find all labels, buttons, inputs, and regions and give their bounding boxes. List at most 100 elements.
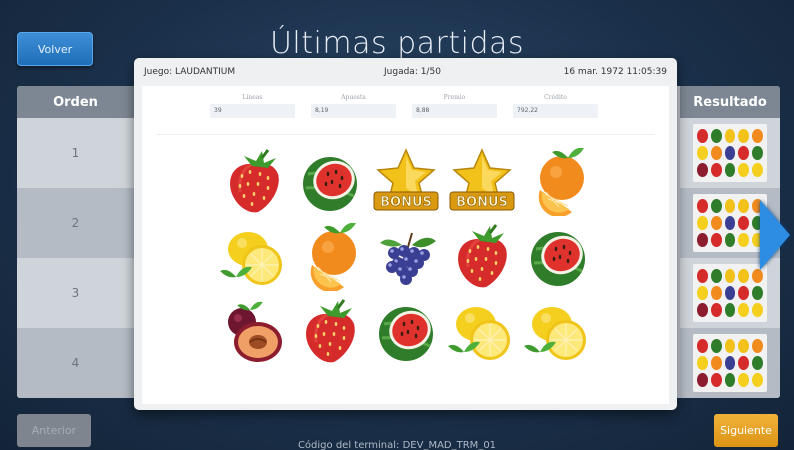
- next-arrow-icon[interactable]: [760, 200, 790, 270]
- table-row-order[interactable]: 4: [17, 328, 134, 398]
- lemon-icon: [697, 286, 708, 300]
- stat-label: Líneas: [242, 94, 263, 101]
- grapes-icon: [372, 223, 440, 291]
- watermelon-icon: [752, 286, 763, 300]
- play-date: 16 mar. 1972 11:05:39: [563, 67, 667, 77]
- strawberry-icon: [710, 163, 722, 177]
- lemon-icon: [738, 233, 750, 247]
- stat-label: Apuesta: [341, 94, 366, 101]
- strawberry-icon: [697, 339, 708, 353]
- bonus-star-icon: [738, 339, 750, 353]
- grapes-icon: [724, 356, 736, 370]
- column-header-order: Orden: [17, 86, 134, 118]
- play-counter: Jugada: 1/50: [384, 67, 441, 77]
- game-name: Juego: LAUDANTIUM: [144, 67, 236, 77]
- watermelon-icon: [710, 339, 722, 353]
- watermelon-icon: [724, 303, 736, 317]
- strawberry-icon: [296, 298, 364, 366]
- strawberry-icon: [738, 146, 750, 160]
- plum-icon: [220, 298, 288, 366]
- strawberry-icon: [738, 286, 750, 300]
- orange-icon: [710, 216, 722, 230]
- column-header-result: Resultado: [680, 86, 780, 118]
- strawberry-icon: [710, 303, 722, 317]
- table-row-order[interactable]: 1: [17, 118, 134, 188]
- watermelon-icon: [724, 373, 736, 387]
- bonus-star-icon: BONUS: [372, 148, 440, 216]
- play-detail-modal: Juego: LAUDANTIUM Jugada: 1/50 16 mar. 1…: [134, 58, 677, 410]
- lemon-icon: [752, 163, 763, 177]
- lemon-icon: [524, 298, 592, 366]
- stat-value: 8,88: [412, 104, 497, 118]
- strawberry-icon: [738, 216, 750, 230]
- stat-prize: Premio 8,88: [412, 94, 497, 118]
- modal-body: Líneas 39 Apuesta 8,19 Premio 8,88 Crédi…: [142, 86, 669, 404]
- bonus-star-icon: BONUS: [448, 148, 516, 216]
- stat-credit: Crédito 792,22: [513, 94, 598, 118]
- orange-icon: [524, 147, 592, 218]
- reel-grid: BONUS BONUS: [220, 147, 600, 373]
- strawberry-icon: [710, 373, 722, 387]
- strawberry-icon: [697, 269, 708, 283]
- watermelon-icon: [752, 146, 763, 160]
- bonus-label: BONUS: [456, 195, 508, 210]
- watermelon-icon: [372, 298, 440, 366]
- bonus-star-icon: [724, 129, 736, 143]
- strawberry-icon: [697, 129, 708, 143]
- orange-icon: [752, 269, 763, 283]
- stat-label: Crédito: [544, 94, 567, 101]
- strawberry-icon: [448, 223, 516, 291]
- bonus-label: BONUS: [380, 195, 432, 210]
- watermelon-icon: [296, 148, 364, 216]
- bonus-star-icon: [738, 269, 750, 283]
- orange-icon: [710, 286, 722, 300]
- watermelon-icon: [710, 269, 722, 283]
- orange-icon: [710, 146, 722, 160]
- orange-icon: [710, 356, 722, 370]
- stat-label: Premio: [443, 94, 466, 101]
- bonus-star-icon: [724, 339, 736, 353]
- lemon-icon: [752, 303, 763, 317]
- lemon-icon: [697, 216, 708, 230]
- bonus-star-icon: [724, 199, 736, 213]
- stat-value: 39: [210, 104, 295, 118]
- strawberry-icon: [697, 199, 708, 213]
- orange-icon: [752, 339, 763, 353]
- lemon-icon: [738, 373, 750, 387]
- strawberry-icon: [738, 356, 750, 370]
- table-row-order[interactable]: 3: [17, 258, 134, 328]
- table-row-order[interactable]: 2: [17, 188, 134, 258]
- watermelon-icon: [710, 129, 722, 143]
- divider: [156, 134, 655, 135]
- page-title: Últimas partidas: [269, 26, 525, 61]
- lemon-icon: [220, 223, 288, 291]
- stat-value: 8,19: [311, 104, 396, 118]
- stat-lines: Líneas 39: [210, 94, 295, 118]
- watermelon-icon: [710, 199, 722, 213]
- grapes-icon: [724, 286, 736, 300]
- terminal-code: Código del terminal: DEV_MAD_TRM_01: [297, 440, 497, 450]
- grapes-icon: [724, 146, 736, 160]
- result-thumbnail[interactable]: [680, 118, 780, 188]
- watermelon-icon: [524, 223, 592, 291]
- orange-icon: [296, 222, 364, 293]
- lemon-icon: [697, 146, 708, 160]
- lemon-icon: [448, 298, 516, 366]
- grapes-icon: [724, 216, 736, 230]
- lemon-icon: [738, 303, 750, 317]
- stat-bet: Apuesta 8,19: [311, 94, 396, 118]
- lemon-icon: [738, 163, 750, 177]
- watermelon-icon: [724, 163, 736, 177]
- bonus-star-icon: [738, 129, 750, 143]
- watermelon-icon: [752, 356, 763, 370]
- plum-icon: [697, 303, 708, 317]
- modal-header: Juego: LAUDANTIUM Jugada: 1/50 16 mar. 1…: [134, 58, 677, 86]
- bonus-star-icon: [724, 269, 736, 283]
- strawberry-icon: [710, 233, 722, 247]
- plum-icon: [697, 233, 708, 247]
- plum-icon: [697, 373, 708, 387]
- result-thumbnail[interactable]: [680, 328, 780, 398]
- lemon-icon: [697, 356, 708, 370]
- plum-icon: [697, 163, 708, 177]
- watermelon-icon: [724, 233, 736, 247]
